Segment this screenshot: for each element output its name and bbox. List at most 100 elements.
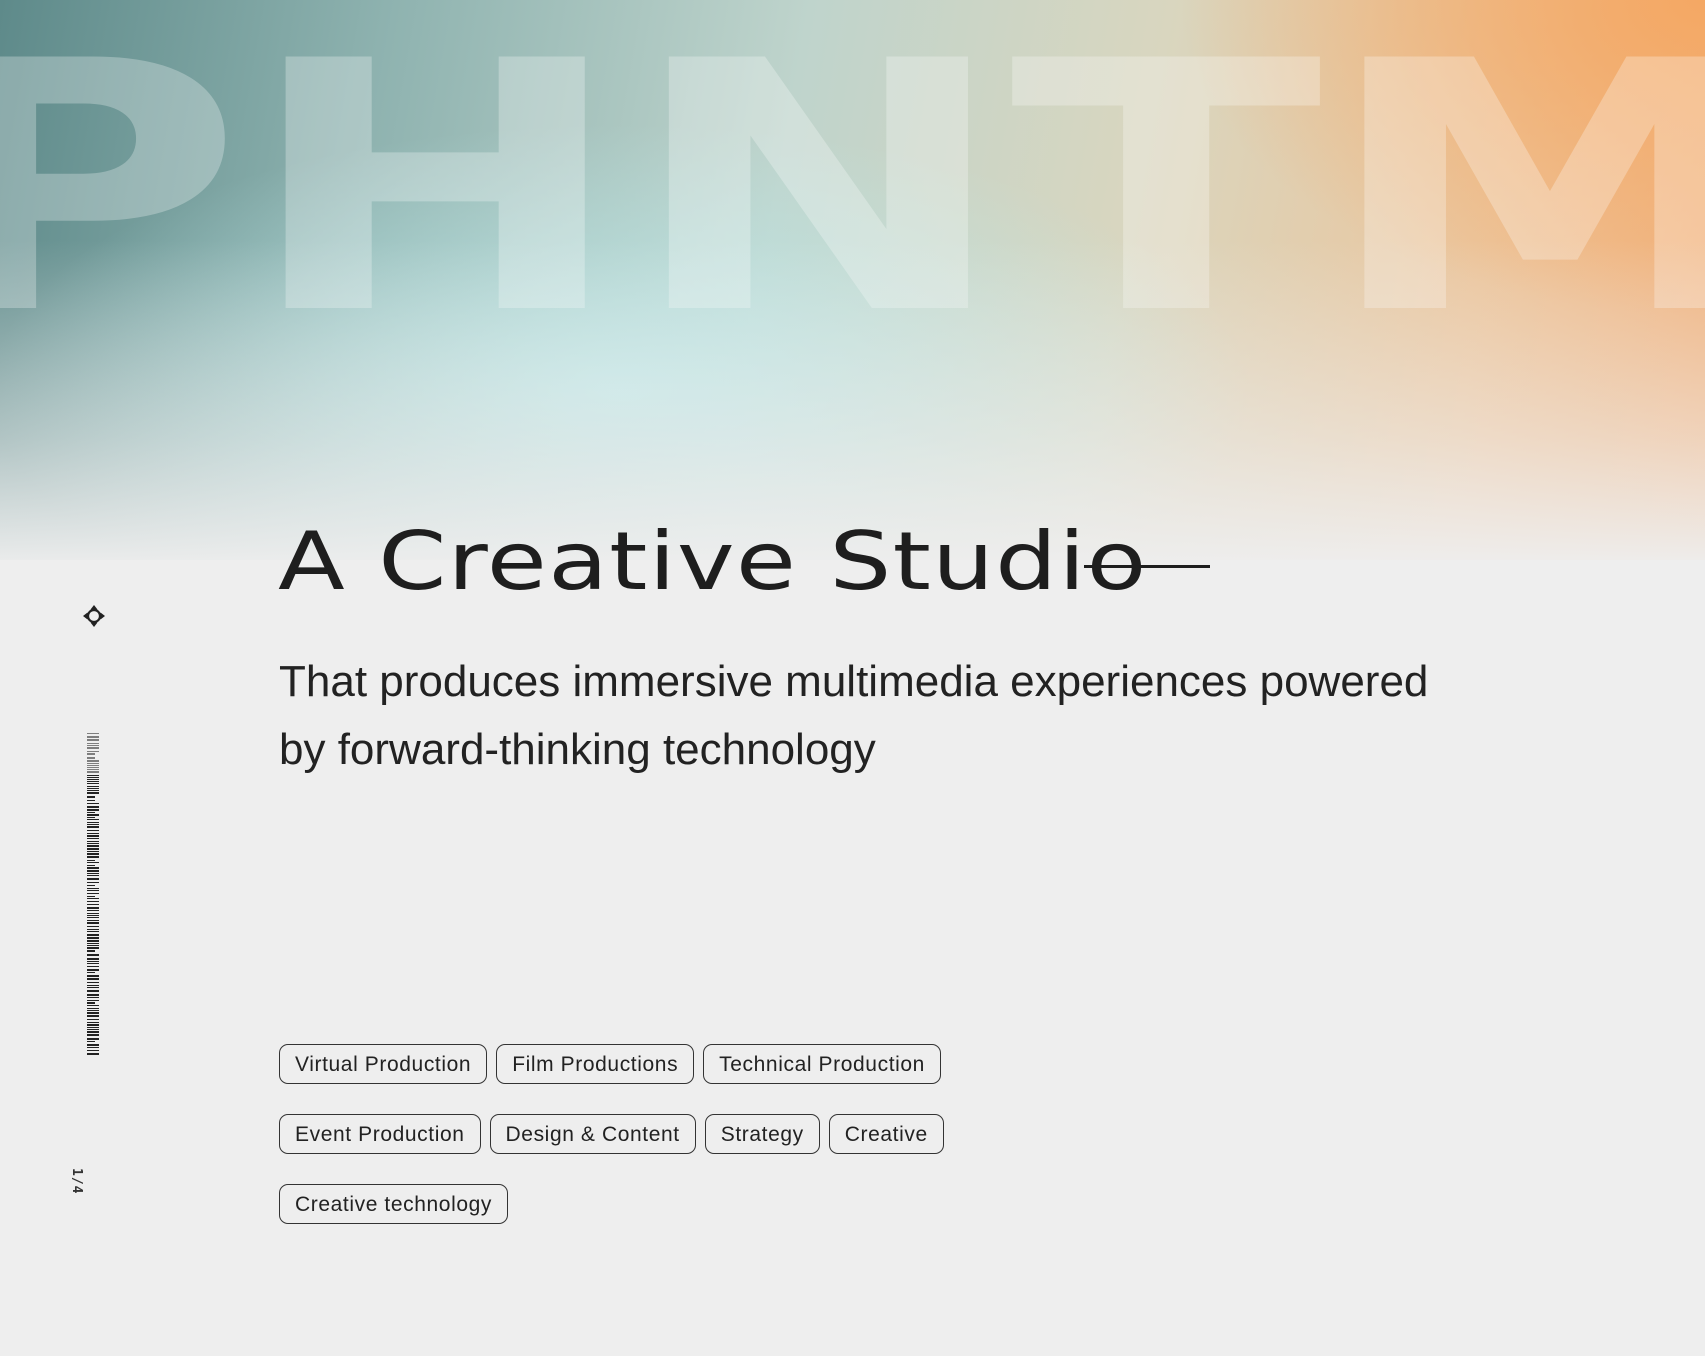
barcode-bar (87, 926, 99, 927)
barcode-bar (87, 826, 99, 828)
barcode-bar (87, 763, 99, 764)
barcode-bar (87, 790, 99, 791)
barcode-bar (87, 997, 99, 998)
tag-creative-technology[interactable]: Creative technology (279, 1184, 509, 1224)
page-title: A Creative Studio (278, 515, 1148, 608)
barcode-bar (87, 875, 99, 876)
barcode-bar (87, 781, 99, 782)
barcode-bar (87, 1034, 99, 1036)
page-indicator: 1/4 (69, 1168, 84, 1195)
barcode-bar (87, 747, 99, 749)
barcode-bar (87, 954, 99, 956)
barcode-bar (87, 1012, 99, 1014)
barcode-bar (87, 888, 99, 889)
barcode-bar (87, 833, 99, 834)
barcode-bar (87, 843, 99, 844)
barcode-bar (87, 767, 99, 768)
barcode-bar (87, 920, 99, 921)
barcode-bar (87, 898, 99, 899)
barcode-bar (87, 873, 99, 874)
barcode-bar (87, 765, 99, 766)
barcode-bar (87, 796, 95, 798)
barcode-bar (87, 1047, 99, 1048)
barcode-bar (87, 878, 99, 880)
barcode-bar (87, 890, 99, 891)
barcode-bar (87, 848, 99, 850)
barcode-bar (87, 937, 99, 939)
barcode-bar (87, 987, 99, 988)
barcode-bar (87, 1000, 99, 1001)
barcode-bar (87, 1002, 95, 1004)
barcode-bar (87, 910, 99, 911)
barcode-bar (87, 907, 99, 909)
barcode-bar (87, 893, 99, 894)
barcode-bar (87, 1044, 99, 1046)
barcode-bar (87, 856, 99, 858)
barcode-bar (87, 969, 99, 971)
headline-rule-divider (1084, 565, 1210, 568)
barcode-bar (87, 929, 99, 930)
barcode-bar (87, 994, 99, 996)
barcode-bar (87, 806, 99, 808)
barcode-bar (87, 922, 99, 924)
barcode-bar (87, 817, 95, 818)
barcode-bar (87, 966, 99, 967)
barcode-scroll-indicator[interactable] (87, 733, 101, 1055)
barcode-bar (87, 851, 99, 852)
barcode-bar (87, 870, 99, 872)
barcode-bar (87, 1008, 99, 1009)
barcode-bar (87, 803, 99, 804)
tag-event-production[interactable]: Event Production (279, 1114, 481, 1154)
service-tags: Virtual Production Film Productions Tech… (279, 1044, 1039, 1224)
barcode-bar (87, 950, 95, 952)
barcode-bar (87, 867, 99, 869)
barcode-bar (87, 904, 99, 905)
barcode-bar (87, 882, 99, 883)
barcode-bar (87, 743, 99, 744)
barcode-bar (87, 786, 99, 787)
tag-technical-production[interactable]: Technical Production (703, 1044, 941, 1084)
barcode-bar (87, 915, 99, 916)
barcode-bar (87, 896, 95, 897)
barcode-bar (87, 940, 99, 942)
tag-film-productions[interactable]: Film Productions (496, 1044, 695, 1084)
tag-design-content[interactable]: Design & Content (489, 1114, 696, 1154)
barcode-bar (87, 990, 99, 992)
barcode-bar (87, 830, 99, 831)
barcode-bar (87, 978, 99, 980)
barcode-bar (87, 1041, 95, 1042)
tag-strategy[interactable]: Strategy (704, 1114, 820, 1154)
barcode-bar (87, 775, 99, 776)
barcode-bar (87, 841, 99, 842)
barcode-bar (87, 945, 99, 946)
tag-creative[interactable]: Creative (828, 1114, 944, 1154)
barcode-bar (87, 1022, 99, 1023)
barcode-bar (87, 733, 99, 734)
barcode-bar (87, 769, 99, 770)
barcode-bar (87, 835, 99, 837)
barcode-bar (87, 931, 99, 932)
barcode-bar (87, 739, 99, 741)
barcode-bar (87, 845, 99, 847)
tag-virtual-production[interactable]: Virtual Production (279, 1044, 488, 1084)
barcode-bar (87, 862, 99, 863)
move-arrows-icon[interactable] (82, 604, 106, 628)
barcode-bar (87, 824, 99, 825)
barcode-bar (87, 865, 95, 866)
barcode-bar (87, 757, 95, 759)
barcode-bar (87, 901, 99, 902)
barcode-bar (87, 860, 95, 861)
barcode-bar (87, 822, 99, 823)
barcode-bar (87, 943, 99, 944)
barcode-bar (87, 1029, 99, 1030)
barcode-bar (87, 885, 95, 886)
barcode-bar (87, 961, 99, 962)
barcode-bar (87, 779, 99, 780)
barcode-bar (87, 1005, 99, 1006)
hero-headline: A Creative Studio (278, 512, 1146, 612)
barcode-bar (87, 760, 99, 762)
barcode-bar (87, 1027, 99, 1028)
barcode-bar (87, 771, 99, 773)
barcode-bar (87, 814, 99, 816)
barcode-bar (87, 800, 95, 801)
